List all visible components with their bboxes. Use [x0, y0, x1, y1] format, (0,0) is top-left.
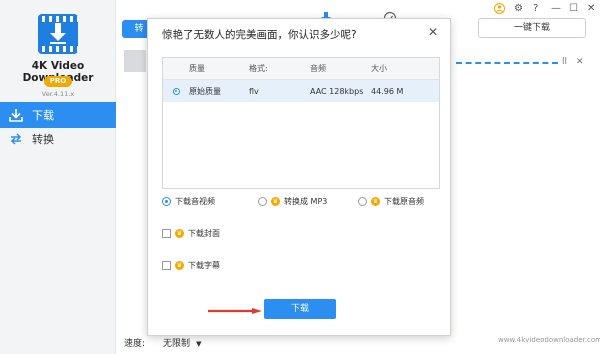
maximize-icon[interactable]: ☐ [569, 3, 578, 14]
quality-table: 质量 格式: 音频 大小 原始质量 flv AAC 128kbps 44.96 … [162, 57, 440, 189]
radio[interactable] [258, 197, 267, 206]
one-click-download-button[interactable]: 一键下载 [478, 18, 586, 38]
pro-badge: PRO [44, 76, 72, 87]
radio-selected[interactable] [162, 197, 171, 206]
column-quality: 质量 [189, 64, 205, 73]
help-icon[interactable]: ? [533, 3, 538, 14]
cancel-icon[interactable]: ✕ [576, 57, 584, 67]
download-dialog: 惊艳了无数人的完美画面，你认识多少呢? ✕ 质量 格式: 音频 大小 原始质量 … [147, 18, 451, 336]
account-icon[interactable] [494, 3, 505, 17]
option-download-audio[interactable]: ♛ 下载原音频 [358, 196, 424, 207]
format-options: 下载音视频 ♛ 转换成 MP3 ♛ 下载原音频 [162, 196, 440, 210]
download-progress [456, 62, 558, 64]
crown-icon: ♛ [175, 261, 184, 270]
app-logo [38, 14, 78, 54]
speed-control[interactable]: 速度: 无限制 ▼ [124, 336, 201, 349]
download-icon [8, 107, 24, 123]
crown-icon: ♛ [371, 197, 380, 206]
column-size: 大小 [371, 64, 387, 73]
option-download-cover[interactable]: ♛ 下载封面 [162, 228, 220, 239]
radio[interactable] [358, 197, 367, 206]
table-row[interactable]: 原始质量 flv AAC 128kbps 44.96 M [163, 80, 439, 102]
chevron-down-icon: ▼ [196, 340, 202, 348]
sidebar: 4K Video Downloader PRO Ver.4.11.x 下载 转换 [0, 0, 116, 354]
column-format: 格式: [249, 64, 268, 73]
website-url: www.4kvideodownloader.com [498, 336, 600, 344]
sidebar-item-label: 转换 [32, 133, 54, 146]
close-icon[interactable]: ✕ [587, 3, 595, 14]
option-download-video[interactable]: 下载音视频 [162, 196, 215, 207]
sidebar-item-convert[interactable]: 转换 [0, 126, 116, 152]
row-radio[interactable] [172, 87, 180, 95]
pause-icon[interactable]: ll [562, 57, 567, 67]
checkbox[interactable] [162, 229, 171, 238]
app-version: Ver.4.11.x [41, 90, 75, 98]
speed-label: 速度: [124, 339, 146, 349]
arrow-icon [208, 308, 262, 314]
option-convert-mp3[interactable]: ♛ 转换成 MP3 [258, 196, 327, 207]
download-button[interactable]: 下载 [264, 299, 336, 319]
option-download-subtitles[interactable]: ♛ 下载字幕 [162, 260, 220, 271]
checkbox[interactable] [162, 261, 171, 270]
speed-value: 无限制 [163, 339, 191, 349]
minimize-icon[interactable]: — [551, 3, 561, 14]
convert-icon [8, 131, 24, 147]
table-header: 质量 格式: 音频 大小 [163, 58, 439, 80]
sidebar-item-label: 下载 [32, 109, 54, 122]
crown-icon: ♛ [175, 229, 184, 238]
dialog-title: 惊艳了无数人的完美画面，你认识多少呢? [162, 29, 357, 41]
settings-icon[interactable]: ⚙ [514, 3, 523, 14]
crown-icon: ♛ [271, 197, 280, 206]
sidebar-item-download[interactable]: 下载 [0, 102, 116, 128]
dialog-close-icon[interactable]: ✕ [428, 25, 438, 39]
video-thumbnail [124, 50, 146, 72]
column-audio: 音频 [310, 64, 326, 73]
